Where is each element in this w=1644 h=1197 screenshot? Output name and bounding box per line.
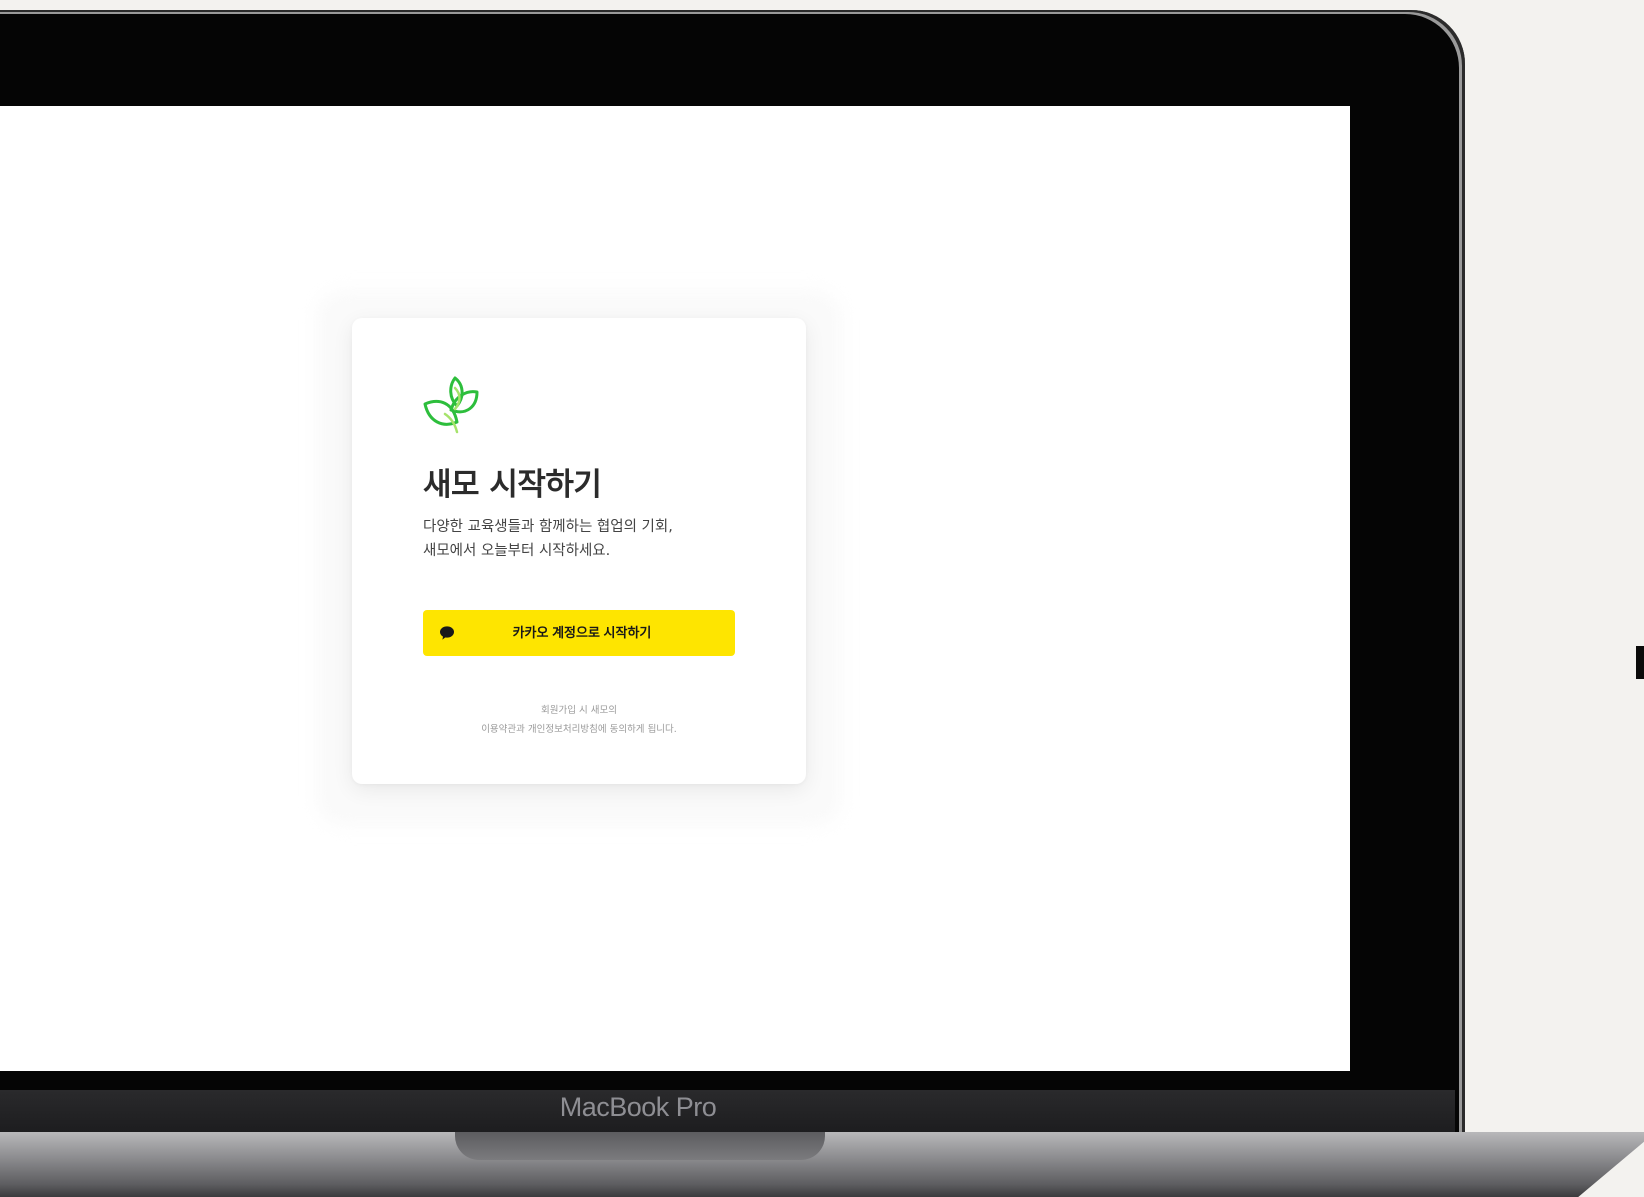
laptop-chin	[0, 1090, 1455, 1132]
laptop-notch	[455, 1132, 825, 1160]
kakao-login-label: 카카오 계정으로 시작하기	[512, 625, 652, 640]
device-label: MacBook Pro	[559, 1092, 717, 1122]
side-mark	[1636, 646, 1644, 679]
description: 다양한 교육생들과 함께하는 협업의 기회, 새모에서 오늘부터 시작하세요.	[423, 515, 763, 563]
login-card: 새모 시작하기 다양한 교육생들과 함께하는 협업의 기회, 새모에서 오늘부터…	[352, 318, 806, 784]
terms-line-2: 이용약관과 개인정보처리방침에 동의하게 됩니다.	[481, 724, 677, 735]
kakao-login-button[interactable]: 카카오 계정으로 시작하기	[423, 610, 735, 656]
laptop-lid: 새모 시작하기 다양한 교육생들과 함께하는 협업의 기회, 새모에서 오늘부터…	[0, 10, 1465, 1135]
terms-notice: 회원가입 시 새모의 이용약관과 개인정보처리방침에 동의하게 됩니다.	[352, 701, 806, 739]
description-line-1: 다양한 교육생들과 함께하는 협업의 기회,	[423, 519, 673, 535]
description-line-2: 새모에서 오늘부터 시작하세요.	[423, 543, 611, 559]
page-title: 새모 시작하기	[423, 467, 602, 503]
leaf-logo-icon	[423, 376, 479, 434]
terms-line-1: 회원가입 시 새모의	[541, 705, 617, 716]
laptop-screen: 새모 시작하기 다양한 교육생들과 함께하는 협업의 기회, 새모에서 오늘부터…	[0, 106, 1350, 1071]
